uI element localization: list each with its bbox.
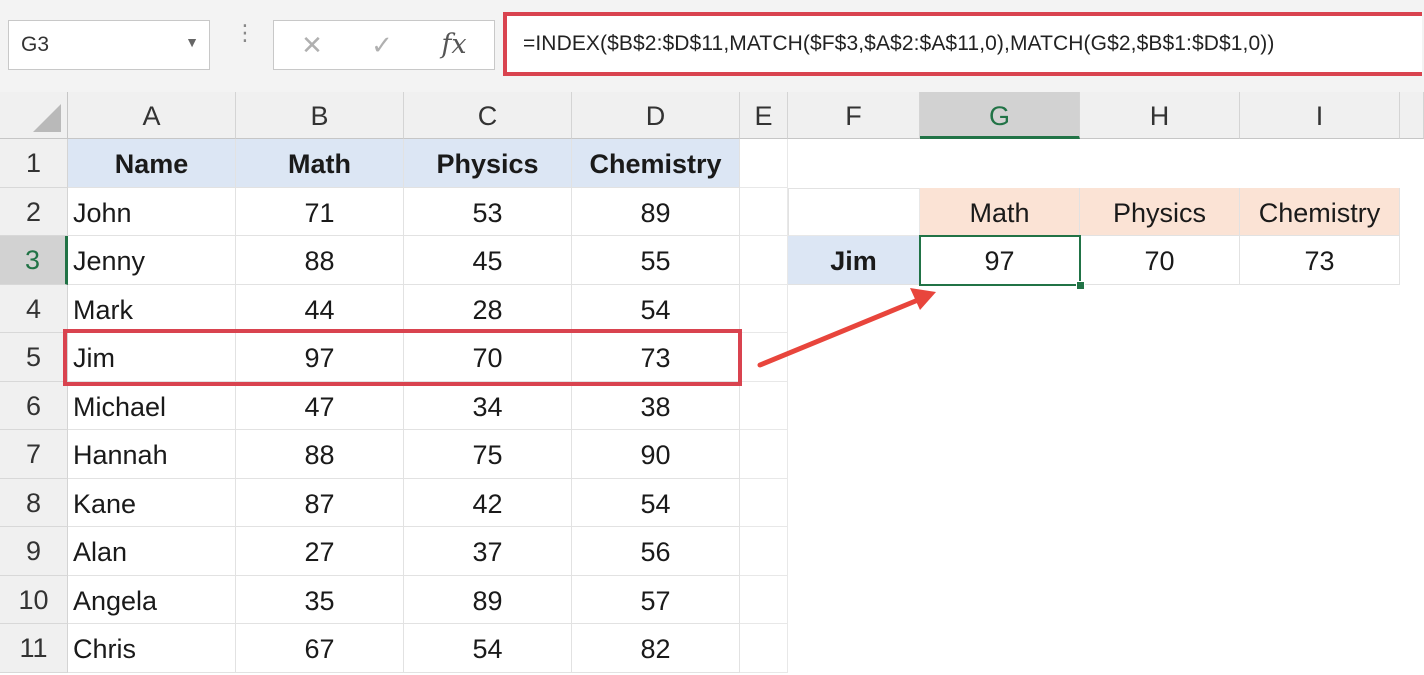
name-box-value: G3 — [21, 33, 50, 56]
chevron-down-icon[interactable]: ▼ — [185, 34, 199, 50]
formula-text: =INDEX($B$2:$D$11,MATCH($F$3,$A$2:$A$11,… — [523, 32, 1275, 55]
spreadsheet-grid: ABCDEFGHI 1 2 3 4 5 6 7 8 9 10 11 Name Math Physics C… — [0, 92, 1424, 675]
insert-function-button[interactable]: fx — [424, 21, 484, 69]
formula-input[interactable]: =INDEX($B$2:$D$11,MATCH($F$3,$A$2:$A$11,… — [503, 12, 1422, 76]
vertical-dots-icon[interactable]: ⋮ — [234, 22, 256, 44]
arrow-icon — [757, 288, 936, 368]
checkmark-icon[interactable]: ✓ — [352, 21, 412, 69]
arrow-shaft — [757, 297, 921, 368]
name-box[interactable]: G3 ▼ — [8, 20, 210, 70]
formula-buttons: ✕ ✓ fx — [273, 20, 495, 70]
close-icon[interactable]: ✕ — [282, 21, 342, 69]
formula-bar-area: G3 ▼ ⋮ ✕ ✓ fx =INDEX($B$2:$D$11,MATCH($F… — [0, 0, 1424, 92]
